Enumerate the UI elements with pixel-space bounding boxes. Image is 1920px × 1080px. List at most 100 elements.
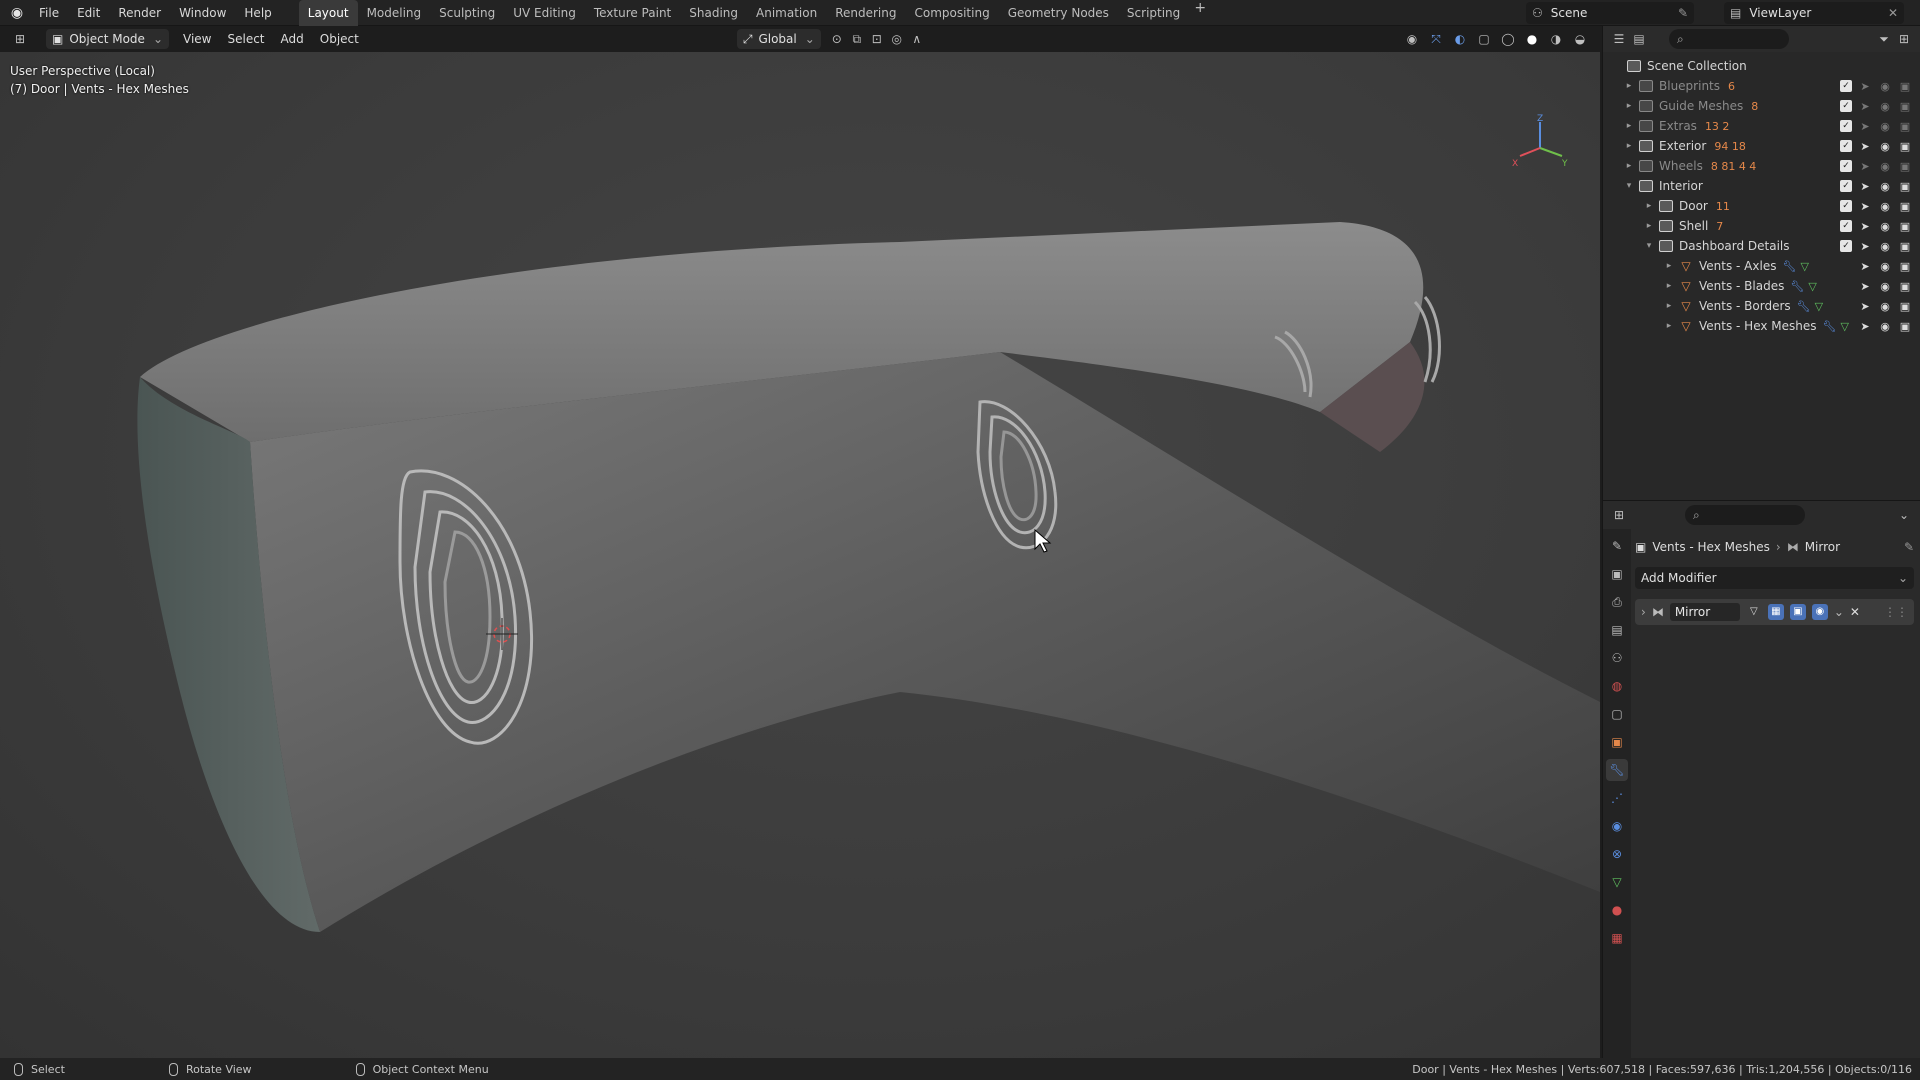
exclude-checkbox-icon[interactable]: ✓ [1840, 80, 1852, 92]
menu-select[interactable]: Select [219, 32, 272, 46]
eye-icon[interactable]: ◉ [1878, 120, 1892, 133]
view-layer-selector[interactable]: ▤ ViewLayer ✕ [1724, 2, 1904, 24]
outliner-row[interactable]: ▸ Wheels 8 81 4 4 ✓ ➤ ◉ ▣ [1603, 156, 1920, 176]
render-tab-icon[interactable]: ▣ [1606, 563, 1628, 585]
properties-search-input[interactable]: ⌕ [1685, 505, 1805, 525]
outliner-row[interactable]: ▸ Extras 13 2 ✓ ➤ ◉ ▣ [1603, 116, 1920, 136]
chevron-right-icon[interactable]: ▸ [1623, 141, 1635, 151]
scene-selector[interactable]: ⚇ Scene ✎ [1526, 2, 1694, 24]
menu-render[interactable]: Render [109, 0, 170, 26]
select-arrow-icon[interactable]: ➤ [1858, 200, 1872, 213]
tool-tab-icon[interactable]: ✎ [1606, 535, 1628, 557]
chevron-right-icon[interactable]: ▸ [1623, 161, 1635, 171]
solid-shading-icon[interactable]: ● [1522, 29, 1542, 49]
outliner-search-input[interactable]: ⌕ [1669, 29, 1789, 49]
expand-chevron-icon[interactable]: › [1641, 605, 1646, 619]
tab-animation[interactable]: Animation [747, 0, 826, 26]
visibility-icon[interactable]: ◉ [1402, 29, 1422, 49]
constraints-tab-icon[interactable]: ⊗ [1606, 843, 1628, 865]
chevron-right-icon[interactable]: ▸ [1643, 201, 1655, 211]
texture-tab-icon[interactable]: ▦ [1606, 927, 1628, 949]
camera-icon[interactable]: ▣ [1898, 140, 1912, 153]
tab-shading[interactable]: Shading [680, 0, 747, 26]
select-arrow-icon[interactable]: ➤ [1858, 320, 1872, 333]
tab-texture-paint[interactable]: Texture Paint [585, 0, 680, 26]
chevron-down-icon[interactable]: ⌄ [1834, 605, 1844, 619]
scene-tab-icon[interactable]: ⚇ [1606, 647, 1628, 669]
particles-tab-icon[interactable]: ⋰ [1606, 787, 1628, 809]
select-arrow-icon[interactable]: ➤ [1858, 260, 1872, 273]
outliner-row[interactable]: ▸ ▽ Vents - Borders 🔧︎ ▽ ➤ ◉ ▣ [1603, 296, 1920, 316]
eye-icon[interactable]: ◉ [1878, 200, 1892, 213]
editor-type-icon[interactable]: ⊞ [1609, 505, 1629, 525]
display-mode-icon[interactable]: ▤ [1629, 29, 1649, 49]
camera-icon[interactable]: ▣ [1898, 320, 1912, 333]
exclude-checkbox-icon[interactable]: ✓ [1840, 120, 1852, 132]
rendered-shading-icon[interactable]: ◒ [1570, 29, 1590, 49]
exclude-checkbox-icon[interactable]: ✓ [1840, 200, 1852, 212]
output-tab-icon[interactable]: ⎙ [1606, 591, 1628, 613]
3d-viewport[interactable]: User Perspective (Local) (7) Door | Vent… [0, 52, 1600, 1058]
render-toggle-icon[interactable]: ◉ [1811, 604, 1828, 620]
camera-icon[interactable]: ▣ [1898, 100, 1912, 113]
eye-icon[interactable]: ◉ [1878, 260, 1892, 273]
mirror-modifier-panel[interactable]: › ⧓ Mirror ▽ ▦ ▣ ◉ ⌄ ✕ ⋮⋮ [1635, 599, 1914, 625]
eye-icon[interactable]: ◉ [1878, 140, 1892, 153]
select-arrow-icon[interactable]: ➤ [1858, 300, 1872, 313]
outliner-row[interactable]: ▸ Exterior 94 18 ✓ ➤ ◉ ▣ [1603, 136, 1920, 156]
outliner-row[interactable]: ▸ ▽ Vents - Axles 🔧︎ ▽ ➤ ◉ ▣ [1603, 256, 1920, 276]
tab-uv-editing[interactable]: UV Editing [504, 0, 585, 26]
collection-tab-icon[interactable]: ▢ [1606, 703, 1628, 725]
chevron-down-icon[interactable]: ⌄ [1894, 505, 1914, 525]
menu-file[interactable]: File [30, 0, 68, 26]
proportional-edit-icon[interactable]: ◎ [887, 29, 907, 49]
exclude-checkbox-icon[interactable]: ✓ [1840, 140, 1852, 152]
tab-rendering[interactable]: Rendering [826, 0, 905, 26]
camera-icon[interactable]: ▣ [1898, 80, 1912, 93]
view-layer-tab-icon[interactable]: ▤ [1606, 619, 1628, 641]
material-tab-icon[interactable]: ● [1606, 899, 1628, 921]
camera-icon[interactable]: ▣ [1898, 300, 1912, 313]
outliner-row[interactable]: ▸ Guide Meshes 8 ✓ ➤ ◉ ▣ [1603, 96, 1920, 116]
camera-icon[interactable]: ▣ [1898, 260, 1912, 273]
xray-icon[interactable]: ▢ [1474, 29, 1494, 49]
eye-icon[interactable]: ◉ [1878, 240, 1892, 253]
drag-handle-icon[interactable]: ⋮⋮ [1884, 605, 1908, 619]
modifier-name-field[interactable]: Mirror [1669, 603, 1740, 621]
menu-object[interactable]: Object [312, 32, 367, 46]
close-icon[interactable]: ✕ [1888, 6, 1898, 20]
navigation-gizmo[interactable]: Z Y X [1510, 114, 1570, 174]
tab-sculpting[interactable]: Sculpting [430, 0, 504, 26]
chevron-right-icon[interactable]: ▸ [1623, 121, 1635, 131]
exclude-checkbox-icon[interactable]: ✓ [1840, 180, 1852, 192]
select-arrow-icon[interactable]: ➤ [1858, 140, 1872, 153]
falloff-icon[interactable]: ∧ [907, 29, 927, 49]
snap-icon[interactable]: ⧉ [847, 29, 867, 49]
eye-icon[interactable]: ◉ [1878, 160, 1892, 173]
chevron-right-icon[interactable]: ▸ [1663, 281, 1675, 291]
edit-mode-toggle-icon[interactable]: ▦ [1767, 604, 1784, 620]
menu-view[interactable]: View [175, 32, 219, 46]
chevron-down-icon[interactable]: ▾ [1623, 181, 1635, 191]
chevron-right-icon[interactable]: ▸ [1643, 221, 1655, 231]
select-arrow-icon[interactable]: ➤ [1858, 220, 1872, 233]
eye-icon[interactable]: ◉ [1878, 220, 1892, 233]
outliner-row[interactable]: ▾ Interior ✓ ➤ ◉ ▣ [1603, 176, 1920, 196]
exclude-checkbox-icon[interactable]: ✓ [1840, 240, 1852, 252]
add-modifier-button[interactable]: Add Modifier ⌄ [1635, 567, 1914, 589]
camera-icon[interactable]: ▣ [1898, 160, 1912, 173]
orientation-dropdown[interactable]: ⤢ Global ⌄ [736, 29, 821, 49]
chevron-right-icon[interactable]: ▸ [1663, 261, 1675, 271]
physics-tab-icon[interactable]: ◉ [1606, 815, 1628, 837]
camera-icon[interactable]: ▣ [1898, 280, 1912, 293]
chevron-right-icon[interactable]: ▸ [1623, 81, 1635, 91]
tab-compositing[interactable]: Compositing [905, 0, 998, 26]
select-arrow-icon[interactable]: ➤ [1858, 100, 1872, 113]
tab-layout[interactable]: Layout [298, 0, 358, 26]
close-icon[interactable]: ✕ [1850, 605, 1860, 619]
outliner-row[interactable]: ▸ Blueprints 6 ✓ ➤ ◉ ▣ [1603, 76, 1920, 96]
camera-icon[interactable]: ▣ [1898, 200, 1912, 213]
select-arrow-icon[interactable]: ➤ [1858, 240, 1872, 253]
select-arrow-icon[interactable]: ➤ [1858, 120, 1872, 133]
eye-icon[interactable]: ◉ [1878, 320, 1892, 333]
